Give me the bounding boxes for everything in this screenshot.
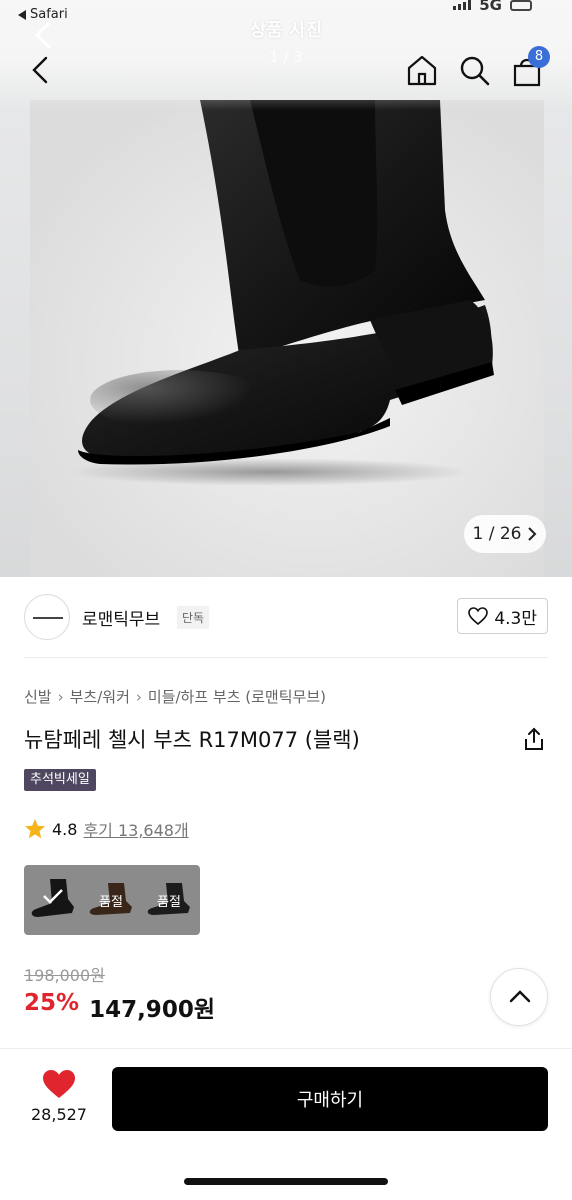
- network-label: 5G: [479, 0, 502, 14]
- cart-button[interactable]: 8: [508, 46, 550, 88]
- sale-badge: 추석빅세일: [24, 769, 96, 791]
- price-row: 25% 147,900원: [24, 990, 215, 1024]
- rating-row: 4.8 후기 13,648개: [24, 817, 189, 841]
- soldout-label: 품절: [157, 895, 181, 910]
- heart-filled-icon: [43, 1070, 75, 1098]
- brand-like-button[interactable]: 4.3만: [457, 598, 548, 634]
- wishlist-count: 28,527: [31, 1105, 87, 1124]
- home-indicator[interactable]: [184, 1178, 388, 1185]
- original-price: 198,000원: [24, 966, 105, 985]
- buy-button[interactable]: 구매하기: [112, 1067, 548, 1131]
- exclusive-badge: 단독: [177, 606, 210, 629]
- breadcrumb-item[interactable]: 부츠/워커: [70, 686, 130, 707]
- brand-like-count: 4.3만: [494, 608, 537, 629]
- star-icon: [25, 819, 45, 839]
- nav-bar: 8: [0, 46, 572, 92]
- heart-outline-icon: [468, 607, 489, 625]
- signal-icon: [453, 0, 472, 10]
- color-option-black-suede[interactable]: 품절: [140, 865, 198, 935]
- product-image[interactable]: [30, 100, 544, 577]
- product-title: 뉴탐페레 첼시 부츠 R17M077 (블랙): [24, 728, 360, 752]
- scroll-top-button[interactable]: [490, 968, 548, 1026]
- image-counter-text: 1 / 26: [472, 524, 522, 544]
- soldout-label: 품절: [99, 895, 123, 910]
- breadcrumb-item[interactable]: 미들/하프 부츠 (로맨틱무브): [148, 686, 326, 707]
- color-options: 품절 품절: [24, 865, 200, 935]
- cart-count-badge: 8: [528, 46, 550, 68]
- color-option-black[interactable]: [24, 865, 82, 935]
- chevron-right-icon: [528, 527, 537, 541]
- discount-rate: 25%: [24, 990, 80, 1016]
- brand-row: 로맨틱무브 단독 4.3만: [24, 592, 548, 642]
- share-icon[interactable]: [522, 726, 546, 752]
- chevron-up-icon: [509, 990, 531, 1003]
- review-count-link[interactable]: 후기 13,648개: [83, 817, 188, 841]
- home-icon[interactable]: [404, 52, 440, 88]
- brand-name[interactable]: 로맨틱무브: [82, 605, 160, 630]
- brand-logo[interactable]: [24, 594, 70, 640]
- battery-icon: [510, 0, 532, 11]
- image-counter[interactable]: 1 / 26: [464, 515, 546, 553]
- search-icon[interactable]: [456, 52, 492, 88]
- breadcrumb-item[interactable]: 신발: [24, 686, 52, 707]
- gallery-back-icon[interactable]: [30, 20, 56, 50]
- color-option-brown[interactable]: 품절: [82, 865, 140, 935]
- back-icon[interactable]: [26, 54, 56, 86]
- wishlist-button[interactable]: 28,527: [24, 1069, 94, 1124]
- rating-value: 4.8: [52, 819, 78, 839]
- gallery-title: 상품 사진: [249, 20, 323, 41]
- chevron-right-icon: ›: [135, 687, 142, 706]
- final-price: 147,900원: [89, 997, 215, 1023]
- divider: [24, 657, 548, 658]
- breadcrumb: 신발 › 부츠/워커 › 미들/하프 부츠 (로맨틱무브): [24, 686, 326, 707]
- chevron-right-icon: ›: [57, 687, 64, 706]
- check-icon: [43, 889, 63, 904]
- status-indicators: 5G: [453, 0, 532, 14]
